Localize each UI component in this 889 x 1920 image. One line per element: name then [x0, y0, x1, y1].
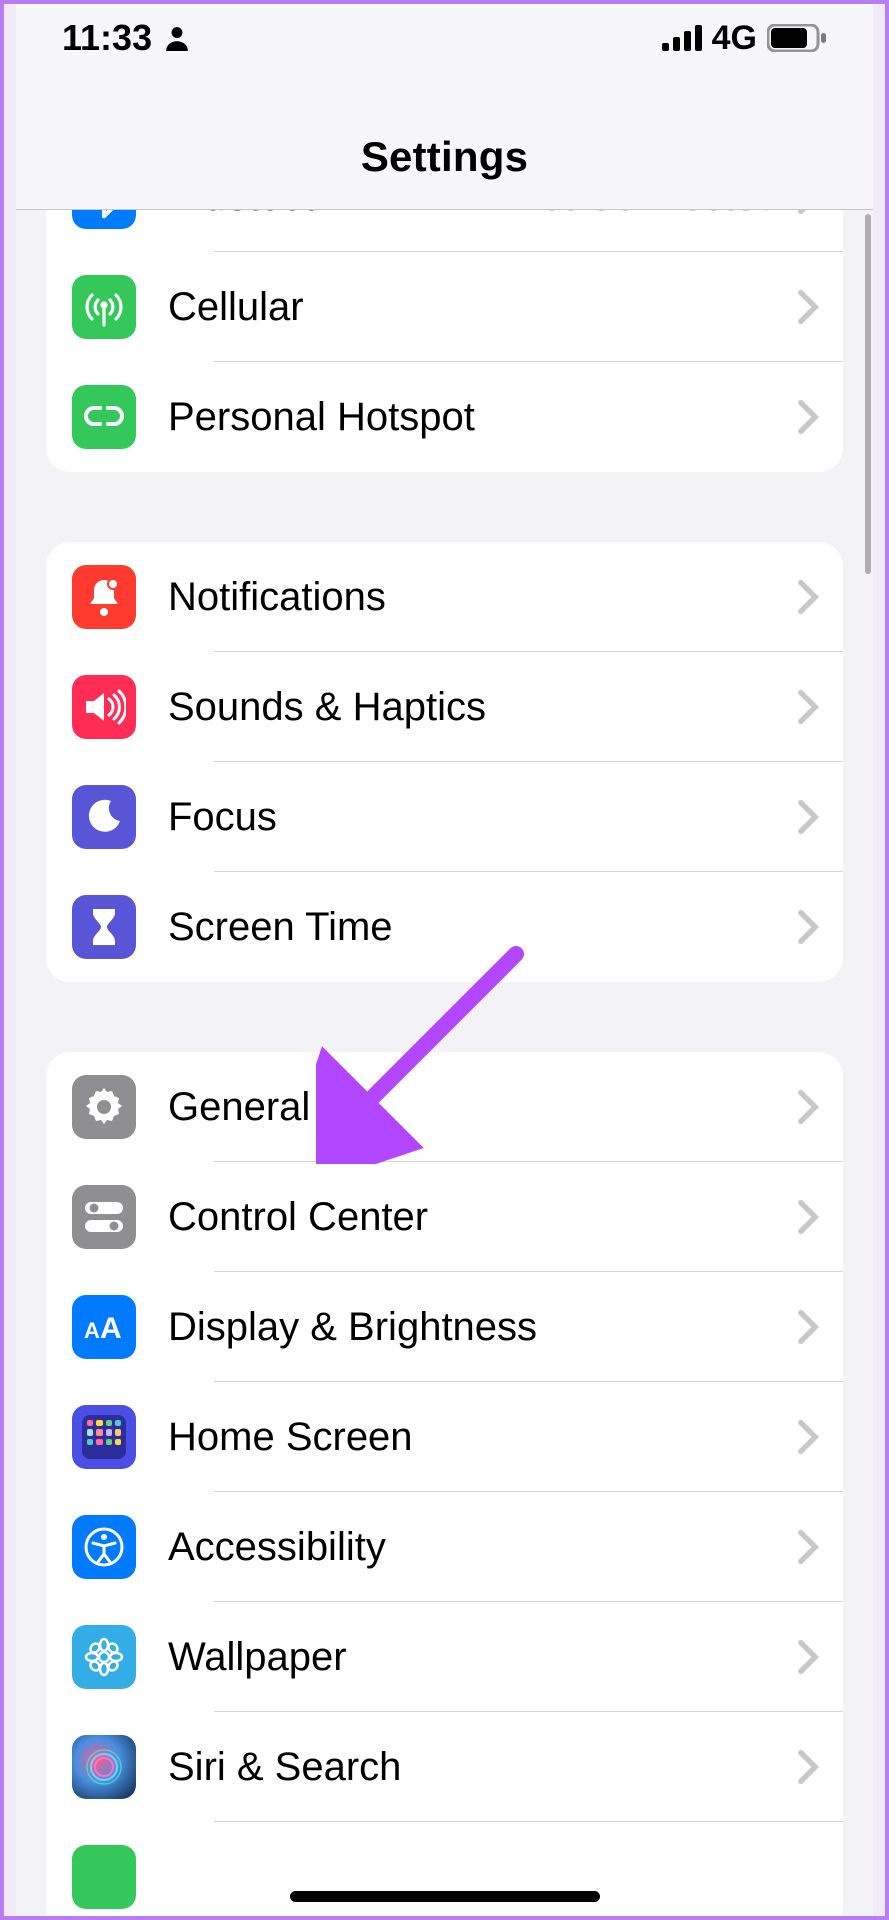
settings-row-label: Wallpaper — [168, 1635, 797, 1680]
settings-row-siri[interactable]: Siri & Search — [46, 1712, 843, 1822]
status-time: 11:33 — [62, 17, 152, 59]
settings-group-connectivity: Bluetooth Not Connected Cellular — [46, 210, 843, 472]
bluetooth-icon — [72, 210, 136, 229]
settings-row-control-center[interactable]: Control Center — [46, 1162, 843, 1272]
status-network: 4G — [712, 19, 757, 58]
settings-row-sounds[interactable]: Sounds & Haptics — [46, 652, 843, 762]
speaker-icon — [72, 675, 136, 739]
settings-row-label: Accessibility — [168, 1525, 797, 1570]
gear-icon — [72, 1075, 136, 1139]
settings-row-label: Notifications — [168, 575, 797, 620]
link-icon — [72, 385, 136, 449]
appgrid-icon — [72, 1405, 136, 1469]
settings-row-label: Display & Brightness — [168, 1305, 797, 1350]
hourglass-icon — [72, 895, 136, 959]
chevron-right-icon — [797, 1199, 819, 1235]
chevron-right-icon — [797, 210, 819, 215]
settings-row-general[interactable]: General — [46, 1052, 843, 1162]
settings-row-bluetooth[interactable]: Bluetooth Not Connected — [46, 210, 843, 252]
accessibility-icon — [72, 1515, 136, 1579]
settings-row-value: Not Connected — [512, 210, 779, 220]
chevron-right-icon — [797, 799, 819, 835]
chevron-right-icon — [797, 689, 819, 725]
settings-row-label: Siri & Search — [168, 1745, 797, 1790]
settings-row-focus[interactable]: Focus — [46, 762, 843, 872]
settings-row-accessibility[interactable]: Accessibility — [46, 1492, 843, 1602]
chevron-right-icon — [797, 1639, 819, 1675]
chevron-right-icon — [797, 1419, 819, 1455]
settings-row-hotspot[interactable]: Personal Hotspot — [46, 362, 843, 472]
chevron-right-icon — [797, 909, 819, 945]
settings-group-alerts: Notifications Sounds & Haptics — [46, 542, 843, 982]
status-bar: 11:33 4G — [16, 4, 873, 72]
settings-row-wallpaper[interactable]: Wallpaper — [46, 1602, 843, 1712]
cellular-signal-icon — [662, 25, 702, 51]
page-title: Settings — [361, 133, 528, 181]
chevron-right-icon — [797, 1309, 819, 1345]
settings-row-label: Screen Time — [168, 905, 797, 950]
chevron-right-icon — [797, 399, 819, 435]
settings-row-label: Cellular — [168, 285, 797, 330]
settings-row-label: Sounds & Haptics — [168, 685, 797, 730]
flower-icon — [72, 1625, 136, 1689]
svg-text:A: A — [84, 1318, 100, 1343]
toggles-icon — [72, 1185, 136, 1249]
settings-row-home-screen[interactable]: Home Screen — [46, 1382, 843, 1492]
chevron-right-icon — [797, 289, 819, 325]
textsize-icon: A A — [72, 1295, 136, 1359]
bell-icon — [72, 565, 136, 629]
chevron-right-icon — [797, 579, 819, 615]
settings-list[interactable]: Bluetooth Not Connected Cellular — [16, 210, 873, 1916]
home-indicator — [290, 1891, 600, 1902]
antenna-icon — [72, 275, 136, 339]
chevron-right-icon — [797, 1529, 819, 1565]
gear-icon — [72, 1845, 136, 1909]
scroll-indicator — [865, 214, 871, 574]
settings-row-label: Personal Hotspot — [168, 395, 797, 440]
settings-row-cellular[interactable]: Cellular — [46, 252, 843, 362]
settings-row-screentime[interactable]: Screen Time — [46, 872, 843, 982]
siri-icon — [72, 1735, 136, 1799]
chevron-right-icon — [797, 1749, 819, 1785]
moon-icon — [72, 785, 136, 849]
settings-row-label: Home Screen — [168, 1415, 797, 1460]
settings-row-label: General — [168, 1085, 797, 1130]
battery-icon — [767, 24, 827, 52]
settings-row-label: Control Center — [168, 1195, 797, 1240]
settings-row-notifications[interactable]: Notifications — [46, 542, 843, 652]
settings-row-display[interactable]: A A Display & Brightness — [46, 1272, 843, 1382]
svg-text:A: A — [100, 1312, 122, 1344]
chevron-right-icon — [797, 1089, 819, 1125]
settings-row-label: Bluetooth — [168, 210, 512, 220]
settings-group-system: General Control Center — [46, 1052, 843, 1916]
person-icon — [164, 24, 190, 52]
settings-row-label: Focus — [168, 795, 797, 840]
